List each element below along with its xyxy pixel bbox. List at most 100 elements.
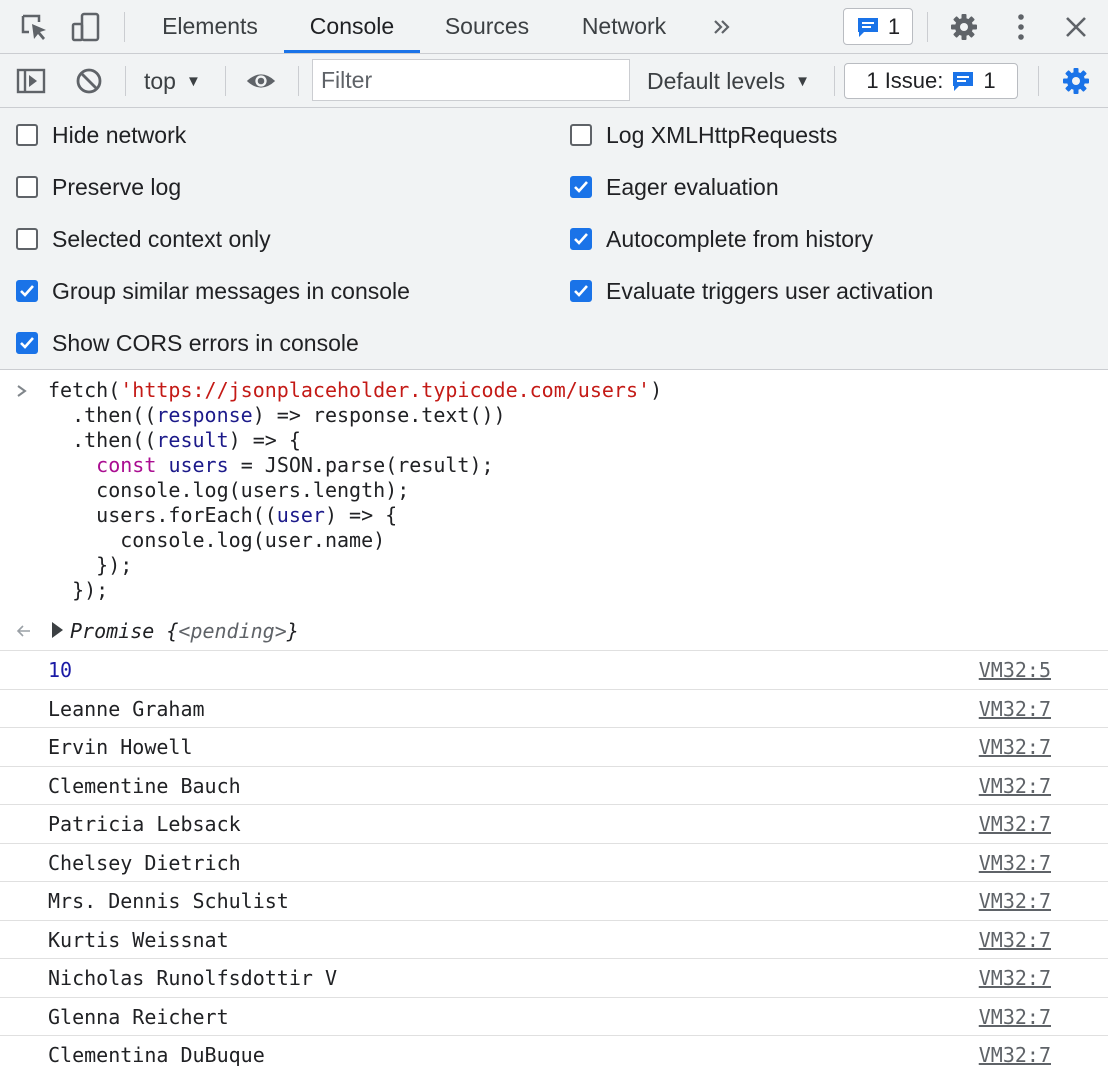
checkmark-icon <box>20 285 34 297</box>
issues-button[interactable]: 1 Issue: 1 <box>844 63 1018 99</box>
log-source-link[interactable]: VM32:7 <box>979 697 1051 721</box>
setting-label: Selected context only <box>52 225 271 252</box>
setting-preserve-log[interactable]: Preserve log <box>16 172 181 202</box>
setting-label: Eager evaluation <box>606 173 779 200</box>
console-toolbar: top ▼ Default levels ▼ 1 Issue: 1 <box>0 54 1108 108</box>
checkbox[interactable] <box>16 228 38 250</box>
setting-autocomplete-history[interactable]: Autocomplete from history <box>570 224 873 254</box>
log-row: Mrs. Dennis Schulist VM32:7 <box>0 882 1108 921</box>
setting-label: Autocomplete from history <box>606 225 874 252</box>
close-icon[interactable] <box>1060 11 1092 43</box>
device-toolbar-icon[interactable] <box>70 11 102 43</box>
log-message: Kurtis Weissnat <box>48 927 229 952</box>
checkbox[interactable] <box>16 280 38 302</box>
divider <box>125 66 126 96</box>
log-row: Ervin Howell VM32:7 <box>0 728 1108 767</box>
log-row: 10 VM32:5 <box>0 651 1108 690</box>
devtools-tabbar: Elements Console Sources Network 1 <box>0 0 1108 54</box>
console-settings-panel: Hide network Preserve log Selected conte… <box>0 108 1108 370</box>
console-output[interactable]: fetch('https://jsonplaceholder.typicode.… <box>0 370 1108 1066</box>
clear-console-icon[interactable] <box>73 65 105 97</box>
log-message: Patricia Lebsack <box>48 812 241 836</box>
tab-sources[interactable]: Sources <box>426 0 548 53</box>
sidebar-toggle-icon[interactable] <box>15 65 47 97</box>
tab-network[interactable]: Network <box>560 0 688 53</box>
tab-console[interactable]: Console <box>284 0 420 53</box>
checkbox[interactable] <box>570 280 592 302</box>
caret-down-icon: ▼ <box>795 72 810 90</box>
log-source-link[interactable]: VM32:7 <box>979 812 1051 836</box>
checkmark-icon <box>574 233 588 245</box>
result-return-icon <box>14 620 34 644</box>
messages-badge[interactable]: 1 <box>843 8 913 45</box>
console-settings-gear-icon[interactable] <box>1060 65 1092 97</box>
setting-eager-evaluation[interactable]: Eager evaluation <box>570 172 779 202</box>
promise-result[interactable]: Promise {<pending>} <box>70 619 299 643</box>
log-message: Leanne Graham <box>48 696 205 721</box>
setting-show-cors-errors[interactable]: Show CORS errors in console <box>16 328 359 358</box>
context-selector[interactable]: top ▼ <box>144 54 201 108</box>
checkbox[interactable] <box>16 124 38 146</box>
log-row: Nicholas Runolfsdottir V VM32:7 <box>0 959 1108 998</box>
console-input-code[interactable]: fetch('https://jsonplaceholder.typicode.… <box>48 378 662 603</box>
inspect-element-icon[interactable] <box>18 11 50 43</box>
log-message: Chelsey Dietrich <box>48 850 241 875</box>
log-row: Chelsey Dietrich VM32:7 <box>0 844 1108 882</box>
log-source-link[interactable]: VM32:7 <box>979 889 1051 913</box>
checkmark-icon <box>20 337 34 349</box>
setting-hide-network[interactable]: Hide network <box>16 120 186 150</box>
checkbox[interactable] <box>570 228 592 250</box>
checkmark-icon <box>574 181 588 193</box>
checkbox[interactable] <box>570 176 592 198</box>
setting-evaluate-triggers-activation[interactable]: Evaluate triggers user activation <box>570 276 933 306</box>
log-row: Leanne Graham VM32:7 <box>0 690 1108 728</box>
issues-label: 1 Issue: <box>866 68 944 93</box>
filter-input[interactable] <box>312 59 630 101</box>
log-source-link[interactable]: VM32:5 <box>979 658 1051 682</box>
more-vertical-icon[interactable] <box>1005 11 1037 43</box>
setting-selected-context-only[interactable]: Selected context only <box>16 224 271 254</box>
log-source-link[interactable]: VM32:7 <box>979 735 1051 759</box>
setting-label: Hide network <box>52 121 187 148</box>
divider <box>834 66 835 96</box>
log-source-link[interactable]: VM32:7 <box>979 1005 1051 1029</box>
promise-prefix: Promise { <box>70 619 179 643</box>
log-row: Clementine Bauch VM32:7 <box>0 767 1108 805</box>
log-row: Glenna Reichert VM32:7 <box>0 998 1108 1036</box>
prompt-chevron-icon <box>16 382 28 403</box>
log-source-link[interactable]: VM32:7 <box>979 966 1051 990</box>
divider <box>225 66 226 96</box>
log-source-link[interactable]: VM32:7 <box>979 928 1051 952</box>
checkbox[interactable] <box>16 332 38 354</box>
log-row: Kurtis Weissnat VM32:7 <box>0 921 1108 959</box>
double-chevron-right-icon[interactable] <box>706 11 738 43</box>
divider <box>298 66 299 96</box>
log-row: Clementina DuBuque VM32:7 <box>0 1036 1108 1066</box>
active-tab-indicator <box>284 50 420 53</box>
setting-label: Log XMLHttpRequests <box>606 121 838 148</box>
checkbox[interactable] <box>16 176 38 198</box>
log-message: Clementina DuBuque <box>48 1043 265 1066</box>
gear-icon[interactable] <box>948 11 980 43</box>
divider <box>927 12 928 42</box>
log-message: Nicholas Runolfsdottir V <box>48 966 337 990</box>
setting-label: Group similar messages in console <box>52 277 410 304</box>
context-selector-label: top <box>144 67 176 94</box>
log-source-link[interactable]: VM32:7 <box>979 774 1051 798</box>
log-levels-label: Default levels <box>647 67 786 94</box>
checkbox[interactable] <box>570 124 592 146</box>
log-message: Clementine Bauch <box>48 773 241 798</box>
setting-log-xmlhttprequests[interactable]: Log XMLHttpRequests <box>570 120 837 150</box>
tab-elements[interactable]: Elements <box>142 0 278 53</box>
expand-triangle-icon[interactable] <box>52 622 63 638</box>
divider <box>1038 66 1039 96</box>
divider <box>124 12 125 42</box>
log-source-link[interactable]: VM32:7 <box>979 1043 1051 1066</box>
setting-label: Show CORS errors in console <box>52 329 359 356</box>
log-message: Ervin Howell <box>48 735 193 759</box>
log-levels-dropdown[interactable]: Default levels ▼ <box>647 54 810 108</box>
eye-icon[interactable] <box>245 65 277 97</box>
setting-group-similar[interactable]: Group similar messages in console <box>16 276 410 306</box>
checkmark-icon <box>574 285 588 297</box>
log-source-link[interactable]: VM32:7 <box>979 851 1051 875</box>
